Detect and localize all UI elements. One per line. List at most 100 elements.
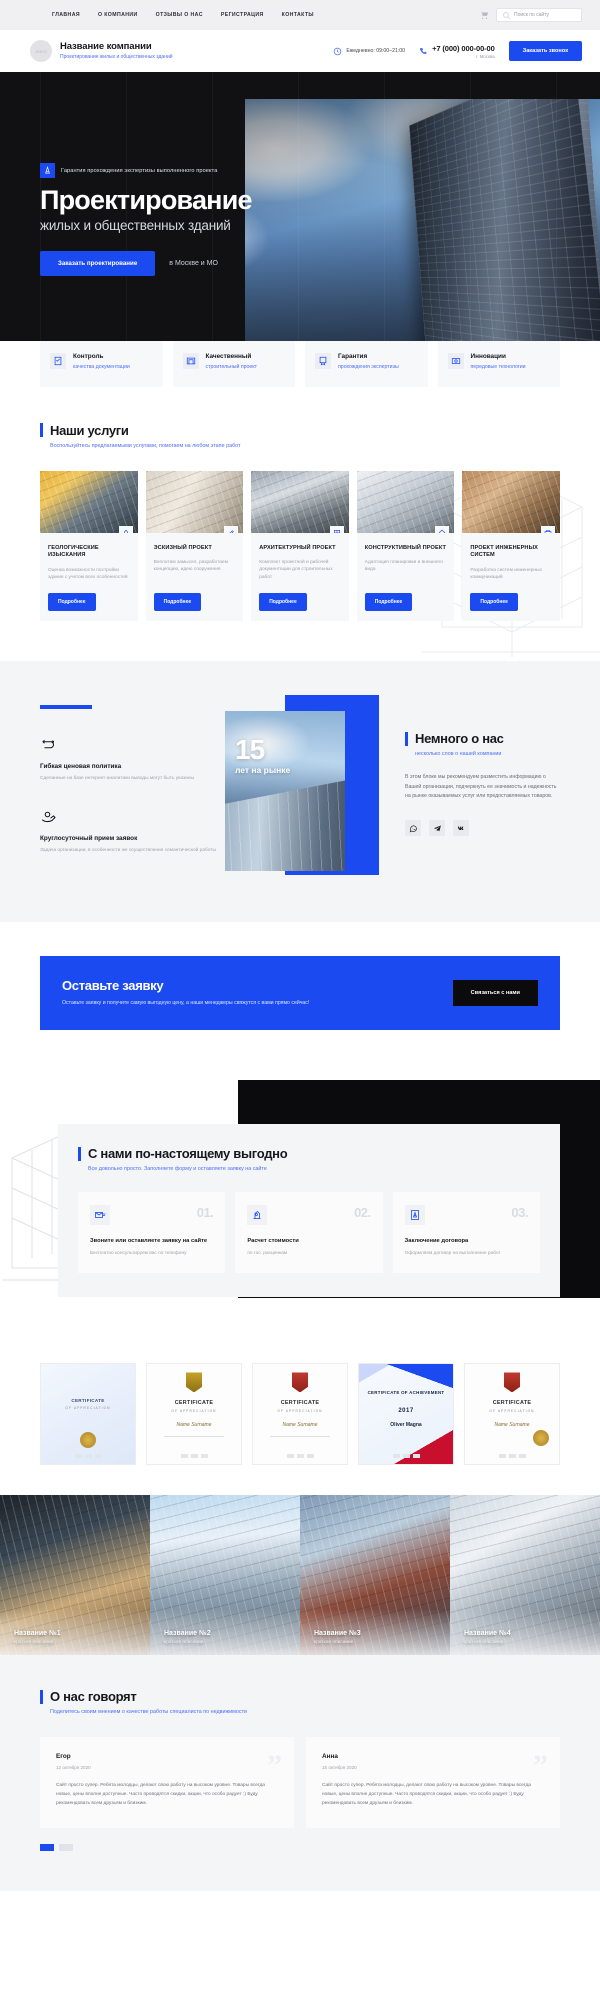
blueprint-icon — [183, 353, 199, 369]
service-card[interactable]: ГЕОЛОГИЧЕСКИЕ ИЗЫСКАНИЯ Оценка возможнос… — [40, 471, 138, 621]
feature-subtitle: передовые технологии — [471, 364, 526, 371]
top-navigation: ГЛАВНАЯ О КОМПАНИИ ОТЗЫВЫ О НАС РЕГИСТРА… — [52, 12, 314, 18]
feature-title: Контроль — [73, 353, 130, 361]
search-input[interactable]: Поиск по сайту — [496, 8, 582, 22]
about-section: Гибкая ценовая политика Сделанные на баз… — [0, 661, 600, 922]
certificate-card[interactable]: CERTIFICATE OF APPRECIATION Name Surname — [146, 1363, 242, 1465]
reviews-subtitle: Поделитесь своим мнением о качестве рабо… — [50, 1709, 560, 1715]
feature-subtitle: строительный проект — [206, 364, 258, 371]
telegram-icon[interactable] — [429, 820, 445, 836]
innovation-icon — [448, 353, 464, 369]
review-card: ” Егор 12 октября 2020 Сайт просто супер… — [40, 1737, 294, 1828]
services-section: Наши услуги Воспользуйтесь предлагаемыми… — [0, 387, 600, 661]
pagination-dot-1[interactable] — [40, 1844, 54, 1851]
gallery-item-title: Название №3 — [314, 1630, 361, 1637]
service-more-button[interactable]: Подробнее — [154, 593, 202, 611]
calculator-icon — [247, 1205, 267, 1225]
brand-block[interactable]: ЛОГО Название компании Проектирование жи… — [30, 40, 173, 62]
site-header: ЛОГО Название компании Проектирование жи… — [0, 30, 600, 72]
step-description: Бесплатно консультируем вас по телефону — [90, 1250, 213, 1257]
certificate-card[interactable]: CERTIFICATE OF APPRECIATION Name Surname — [252, 1363, 348, 1465]
advantage-item: Круглосуточный прием заявок Задача орган… — [40, 807, 225, 854]
nav-item-home[interactable]: ГЛАВНАЯ — [52, 12, 80, 18]
reviews-heading: О нас говорят Поделитесь своим мнением о… — [40, 1689, 560, 1715]
certificate-name: Name Surname — [147, 1422, 241, 1428]
certificate-subtitle: 2017 — [359, 1408, 453, 1414]
certificate-icon — [315, 353, 331, 369]
order-design-button[interactable]: Заказать проектирование — [40, 251, 155, 276]
accent-bar — [40, 705, 92, 709]
certificate-card[interactable]: CERTIFICATE OF APPRECIATION — [40, 1363, 136, 1465]
certificate-card[interactable]: CERTIFICATE OF APPRECIATION Name Surname — [464, 1363, 560, 1465]
phone-block[interactable]: +7 (000) 000-00-00 г. Москва — [419, 44, 495, 59]
pagination-dot-2[interactable] — [59, 1844, 73, 1851]
feature-title: Инновации — [471, 353, 526, 361]
service-description: Адаптация планировки и внешнего вида — [365, 559, 447, 581]
hero-content: Гарантия прохождения экспертизы выполнен… — [40, 72, 560, 367]
quote-icon: ” — [533, 1751, 548, 1781]
nav-item-reviews[interactable]: ОТЗЫВЫ О НАС — [156, 12, 203, 18]
certificate-subtitle: OF APPRECIATION — [147, 1409, 241, 1413]
certificate-subtitle: OF APPRECIATION — [41, 1406, 135, 1410]
about-description: В этом блоке мы рекомендуем разместить и… — [405, 773, 560, 802]
certificate-subtitle: OF APPRECIATION — [465, 1409, 559, 1413]
gallery-item[interactable]: Название №4 краткое описание — [450, 1495, 600, 1655]
service-more-button[interactable]: Подробнее — [365, 593, 413, 611]
nav-item-registration[interactable]: РЕГИСТРАЦИЯ — [221, 12, 264, 18]
service-title: ЭСКИЗНЫЙ ПРОЕКТ — [154, 545, 236, 553]
architecture-icon — [330, 526, 344, 533]
certificate-title: CERTIFICATE — [465, 1400, 559, 1406]
quote-icon: ” — [267, 1751, 282, 1781]
certificate-card[interactable]: CERTIFICATE OF ACHIEVEMENT 2017 Oliver M… — [358, 1363, 454, 1465]
cart-icon[interactable] — [479, 10, 489, 20]
service-title: ГЕОЛОГИЧЕСКИЕ ИЗЫСКАНИЯ — [48, 545, 130, 560]
features-wrapper: Контроль качества документации Качествен… — [0, 341, 600, 387]
sketch-icon — [224, 526, 238, 533]
callback-button[interactable]: Заказать звонок — [509, 41, 582, 61]
step-card: 02. Расчет стоимости по гос. расценкам — [235, 1192, 382, 1273]
gallery-item[interactable]: Название №3 краткое описание — [300, 1495, 450, 1655]
contact-us-button[interactable]: Связаться с нами — [453, 980, 538, 1006]
service-card[interactable]: ПРОЕКТ ИНЖЕНЕРНЫХ СИСТЕМ Разработка сист… — [462, 471, 560, 621]
gallery-item[interactable]: Название №2 краткое описание — [150, 1495, 300, 1655]
search-icon — [502, 11, 511, 20]
certificates-grid: CERTIFICATE OF APPRECIATION CERTIFICATE … — [40, 1363, 560, 1465]
service-card[interactable]: КОНСТРУКТИВНЫЙ ПРОЕКТ Адаптация планиров… — [357, 471, 455, 621]
phone-icon — [419, 47, 428, 56]
advantage-description: Сделанные на базе интернет-аналитики выв… — [40, 775, 225, 782]
service-card[interactable]: АРХИТЕКТУРНЫЙ ПРОЕКТ Комплект проектной … — [251, 471, 349, 621]
certificate-name: Name Surname — [465, 1422, 559, 1428]
step-description: Оформляем договор на выполнение работ — [405, 1250, 528, 1257]
certificates-section: CERTIFICATE OF APPRECIATION CERTIFICATE … — [0, 1337, 600, 1495]
service-more-button[interactable]: Подробнее — [259, 593, 307, 611]
nav-item-about[interactable]: О КОМПАНИИ — [98, 12, 138, 18]
service-more-button[interactable]: Подробнее — [470, 593, 518, 611]
feature-title: Качественный — [206, 353, 258, 361]
feature-subtitle: качества документации — [73, 364, 130, 371]
reviews-title: О нас говорят — [50, 1689, 136, 1704]
steps-card: С нами по-настоящему выгодно Все довольн… — [58, 1124, 560, 1297]
hand-support-icon — [40, 807, 58, 825]
review-date: 12 октября 2020 — [56, 1765, 278, 1770]
service-image — [462, 471, 560, 533]
certificate-title: CERTIFICATE — [253, 1400, 347, 1406]
steps-title: С нами по-настоящему выгодно — [88, 1146, 287, 1161]
service-more-button[interactable]: Подробнее — [48, 593, 96, 611]
gallery-item[interactable]: Название №1 краткое описание — [0, 1495, 150, 1655]
step-title: Расчет стоимости — [247, 1237, 370, 1245]
features-strip: Контроль качества документации Качествен… — [40, 341, 560, 387]
service-title: АРХИТЕКТУРНЫЙ ПРОЕКТ — [259, 545, 341, 553]
nav-item-contacts[interactable]: КОНТАКТЫ — [282, 12, 314, 18]
vk-icon[interactable] — [453, 820, 469, 836]
reviews-grid: ” Егор 12 октября 2020 Сайт просто супер… — [40, 1737, 560, 1828]
ribbon-icon — [186, 1372, 202, 1392]
review-text: Сайт просто супер. Ребята молодцы, делаю… — [322, 1782, 544, 1808]
reviews-pagination — [40, 1844, 560, 1851]
review-author: Егор — [56, 1753, 278, 1760]
mail-send-icon — [90, 1205, 110, 1225]
service-card[interactable]: ЭСКИЗНЫЙ ПРОЕКТ Воплотим замысел, разраб… — [146, 471, 244, 621]
whatsapp-icon[interactable] — [405, 820, 421, 836]
steps-subtitle: Все довольно просто. Заполняете форму и … — [88, 1166, 540, 1172]
ribbon-icon — [292, 1372, 308, 1392]
step-number: 01. — [197, 1205, 214, 1220]
